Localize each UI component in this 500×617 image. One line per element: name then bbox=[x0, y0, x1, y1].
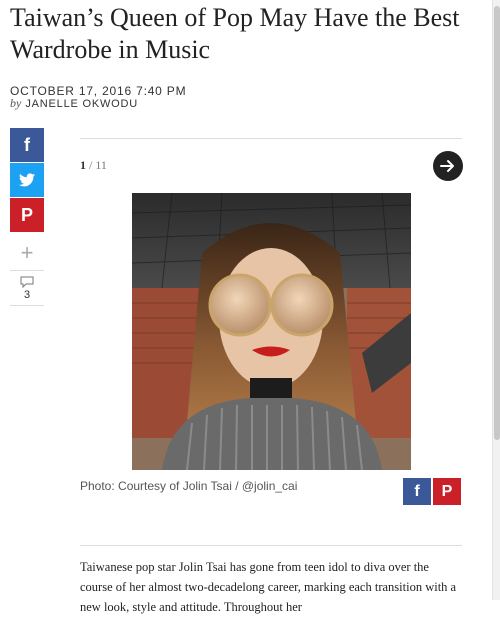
divider-bottom bbox=[80, 545, 462, 546]
pinterest-icon: P bbox=[20, 204, 33, 225]
scrollbar[interactable] bbox=[492, 0, 500, 600]
pinterest-share-button[interactable]: P bbox=[10, 198, 44, 232]
portrait-image bbox=[132, 193, 411, 470]
facebook-icon: f bbox=[24, 134, 30, 155]
slide-counter: 1 / 11 bbox=[80, 158, 107, 173]
article-headline: Taiwan’s Queen of Pop May Have the Best … bbox=[10, 3, 460, 64]
photo-pinterest-share-button[interactable]: P bbox=[433, 478, 461, 505]
slideshow-photo[interactable] bbox=[132, 193, 411, 470]
byline-prefix: by bbox=[10, 96, 22, 110]
pinterest-icon: P bbox=[441, 482, 453, 500]
article-meta: OCTOBER 17, 2016 7:40 PM by JANELLE OKWO… bbox=[10, 84, 270, 110]
comments-button[interactable]: 3 bbox=[10, 270, 44, 306]
arrow-right-icon bbox=[440, 160, 454, 172]
divider-top bbox=[80, 138, 462, 139]
photo-facebook-share-button[interactable]: f bbox=[403, 478, 431, 505]
slide-total: 11 bbox=[95, 158, 107, 172]
comment-count: 3 bbox=[23, 288, 31, 301]
facebook-share-button[interactable]: f bbox=[10, 128, 44, 162]
twitter-share-button[interactable] bbox=[10, 163, 44, 197]
comment-icon bbox=[20, 276, 34, 288]
author-link[interactable]: JANELLE OKWODU bbox=[25, 98, 138, 110]
twitter-icon bbox=[19, 173, 35, 187]
byline: by JANELLE OKWODU bbox=[10, 94, 138, 112]
article-body-paragraph: Taiwanese pop star Jolin Tsai has gone f… bbox=[80, 560, 457, 614]
next-slide-button[interactable] bbox=[433, 151, 463, 181]
scrollbar-thumb[interactable] bbox=[494, 6, 500, 440]
slide-separator: / bbox=[86, 158, 96, 172]
photo-credit: Photo: Courtesy of Jolin Tsai / @jolin_c… bbox=[80, 479, 298, 493]
plus-icon: + bbox=[20, 240, 34, 265]
facebook-icon: f bbox=[414, 482, 420, 500]
share-rail: f P + 3 bbox=[10, 128, 44, 306]
more-share-button[interactable]: + bbox=[10, 236, 44, 270]
